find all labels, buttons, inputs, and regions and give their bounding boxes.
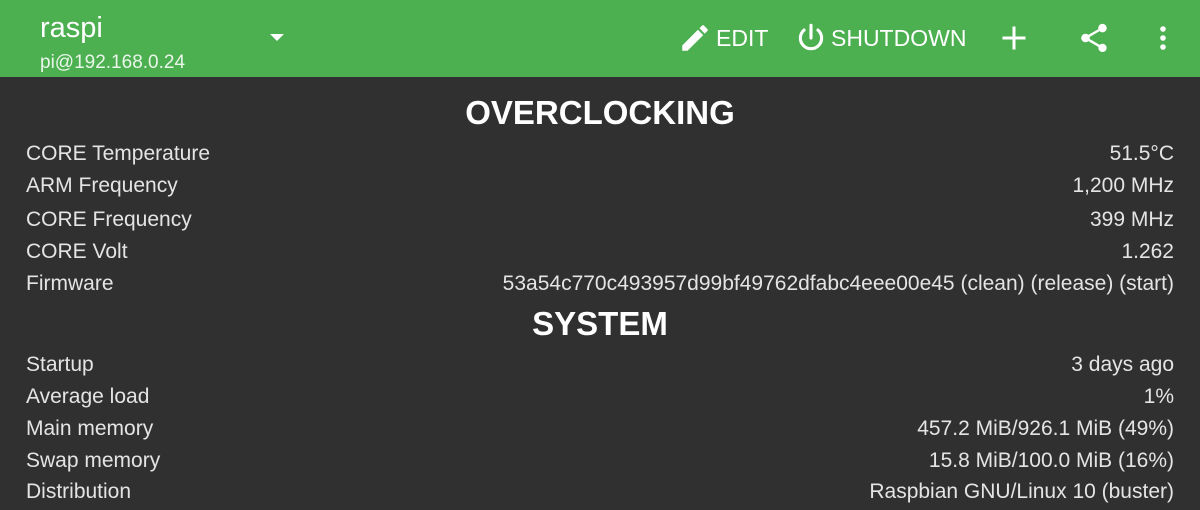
host-address: pi@192.168.0.24 [40,52,186,73]
row-label: CORE Volt [26,240,128,263]
shutdown-button[interactable]: SHUTDOWN [794,18,966,58]
host-name[interactable]: raspi [40,12,103,45]
info-row: CORE Volt 1.262 [26,237,1174,267]
plus-icon [1002,26,1026,50]
row-value: 457.2 MiB/926.1 MiB (49%) [917,417,1174,440]
row-value: 1% [1143,385,1174,408]
shutdown-label: SHUTDOWN [831,24,967,51]
add-host-button[interactable] [994,18,1034,58]
power-icon [798,23,824,51]
info-row: Distribution Raspbian GNU/Linux 10 (bust… [26,477,1174,507]
info-row: CORE Frequency 399 MHz [26,205,1174,235]
host-dropdown-button[interactable] [263,24,291,52]
row-value: 3 days ago [1071,353,1174,376]
info-row: CORE Temperature 51.5°C [26,139,1174,169]
row-value: 51.5°C [1109,142,1174,165]
info-row: Firmware 53a54c770c493957d99bf49762dfabc… [26,269,1174,299]
row-label: Startup [26,353,94,376]
edit-button[interactable]: EDIT [678,18,768,58]
info-row: Average load 1% [26,382,1174,412]
row-label: CORE Frequency [26,208,192,231]
share-button[interactable] [1074,18,1114,58]
row-value: 15.8 MiB/100.0 MiB (16%) [928,449,1174,472]
overclocking-section-title: OVERCLOCKING [465,94,735,131]
row-label: Swap memory [26,449,161,472]
app-bar: raspi pi@192.168.0.24 EDIT SHUTDOWN [0,0,1200,77]
row-value: 53a54c770c493957d99bf49762dfabc4eee00e45… [502,272,1174,295]
edit-label: EDIT [716,24,769,51]
row-label: Main memory [26,417,154,440]
more-vert-icon [1160,26,1166,50]
row-label: Average load [26,385,150,408]
info-row: Swap memory 15.8 MiB/100.0 MiB (16%) [26,446,1174,476]
system-section-title: SYSTEM [532,305,668,342]
row-label: CORE Temperature [26,142,211,165]
row-value: Raspbian GNU/Linux 10 (buster) [869,480,1174,503]
info-row: Startup 3 days ago [26,350,1174,380]
row-value: 1.262 [1121,240,1174,263]
info-row: Main memory 457.2 MiB/926.1 MiB (49%) [26,414,1174,444]
row-label: Distribution [26,480,132,503]
share-icon [1081,23,1107,53]
more-options-button[interactable] [1143,18,1183,58]
chevron-down-icon [270,34,284,41]
info-row: ARM Frequency 1,200 MHz [26,171,1174,201]
row-label: ARM Frequency [26,174,178,197]
row-value: 1,200 MHz [1072,174,1174,197]
row-value: 399 MHz [1089,208,1174,231]
pencil-icon [682,25,708,51]
row-label: Firmware [26,272,114,295]
